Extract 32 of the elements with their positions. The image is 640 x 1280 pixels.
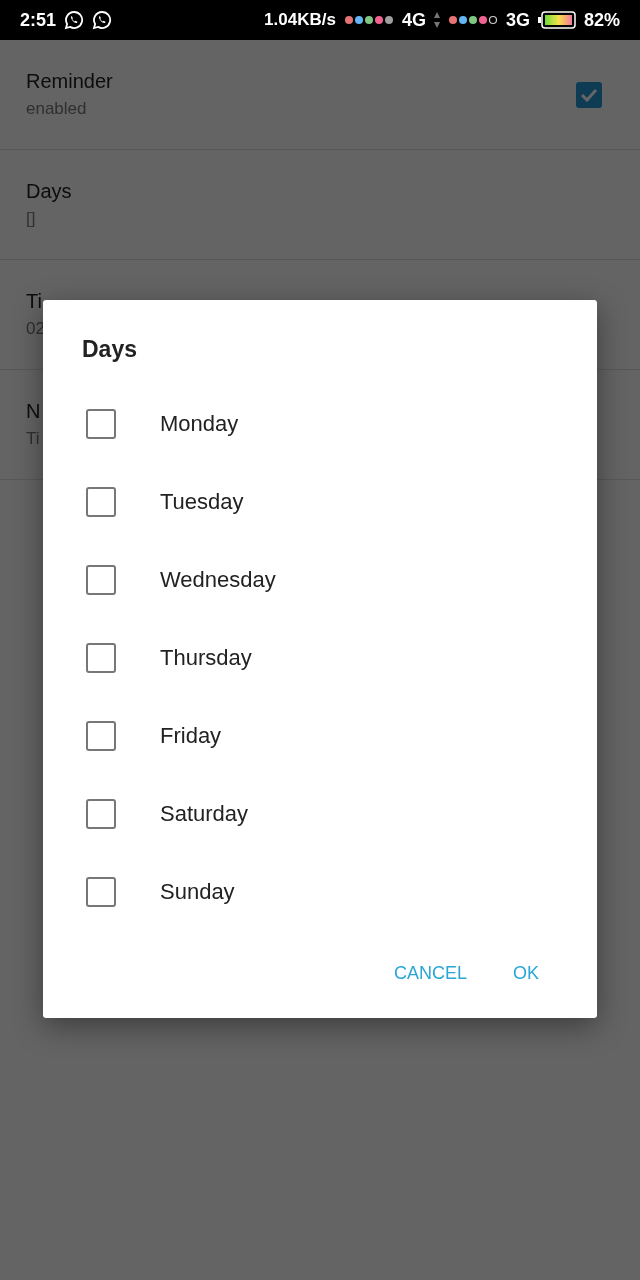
chat-bubble-icon — [92, 10, 113, 30]
setting-summary: [] — [26, 209, 36, 228]
day-label[interactable]: Sunday — [160, 879, 235, 905]
setting-title: Reminder — [26, 70, 113, 92]
network-type: 4G — [401, 9, 426, 31]
network-speed: 1.04KB/s — [264, 10, 336, 30]
setting-title: Days — [26, 180, 72, 202]
checkbox[interactable] — [86, 877, 116, 907]
setting-title: Ti — [26, 290, 42, 312]
checkbox[interactable] — [576, 81, 602, 108]
setting-title: N — [26, 400, 41, 422]
checkbox[interactable] — [86, 643, 116, 673]
checkbox[interactable] — [86, 799, 116, 829]
chat-bubble-icon — [64, 10, 85, 30]
checkbox[interactable] — [86, 487, 116, 517]
day-label[interactable]: Monday — [160, 411, 239, 437]
clock: 2:51 — [20, 9, 57, 31]
battery-icon — [537, 11, 576, 29]
signal-icon — [343, 15, 394, 25]
day-label[interactable]: Saturday — [160, 801, 249, 827]
signal-icon — [447, 15, 498, 25]
dialog-title: Days — [82, 336, 138, 363]
day-label[interactable]: Wednesday — [160, 567, 276, 593]
network-type: 3G — [505, 9, 530, 31]
battery-percent: 82% — [583, 9, 620, 31]
day-label[interactable]: Thursday — [160, 645, 252, 671]
day-label[interactable]: Tuesday — [160, 489, 244, 515]
day-label[interactable]: Friday — [160, 723, 222, 749]
checkbox[interactable] — [86, 409, 116, 439]
data-arrows-icon — [433, 12, 440, 28]
checkbox[interactable] — [86, 721, 116, 751]
checkbox[interactable] — [86, 565, 116, 595]
